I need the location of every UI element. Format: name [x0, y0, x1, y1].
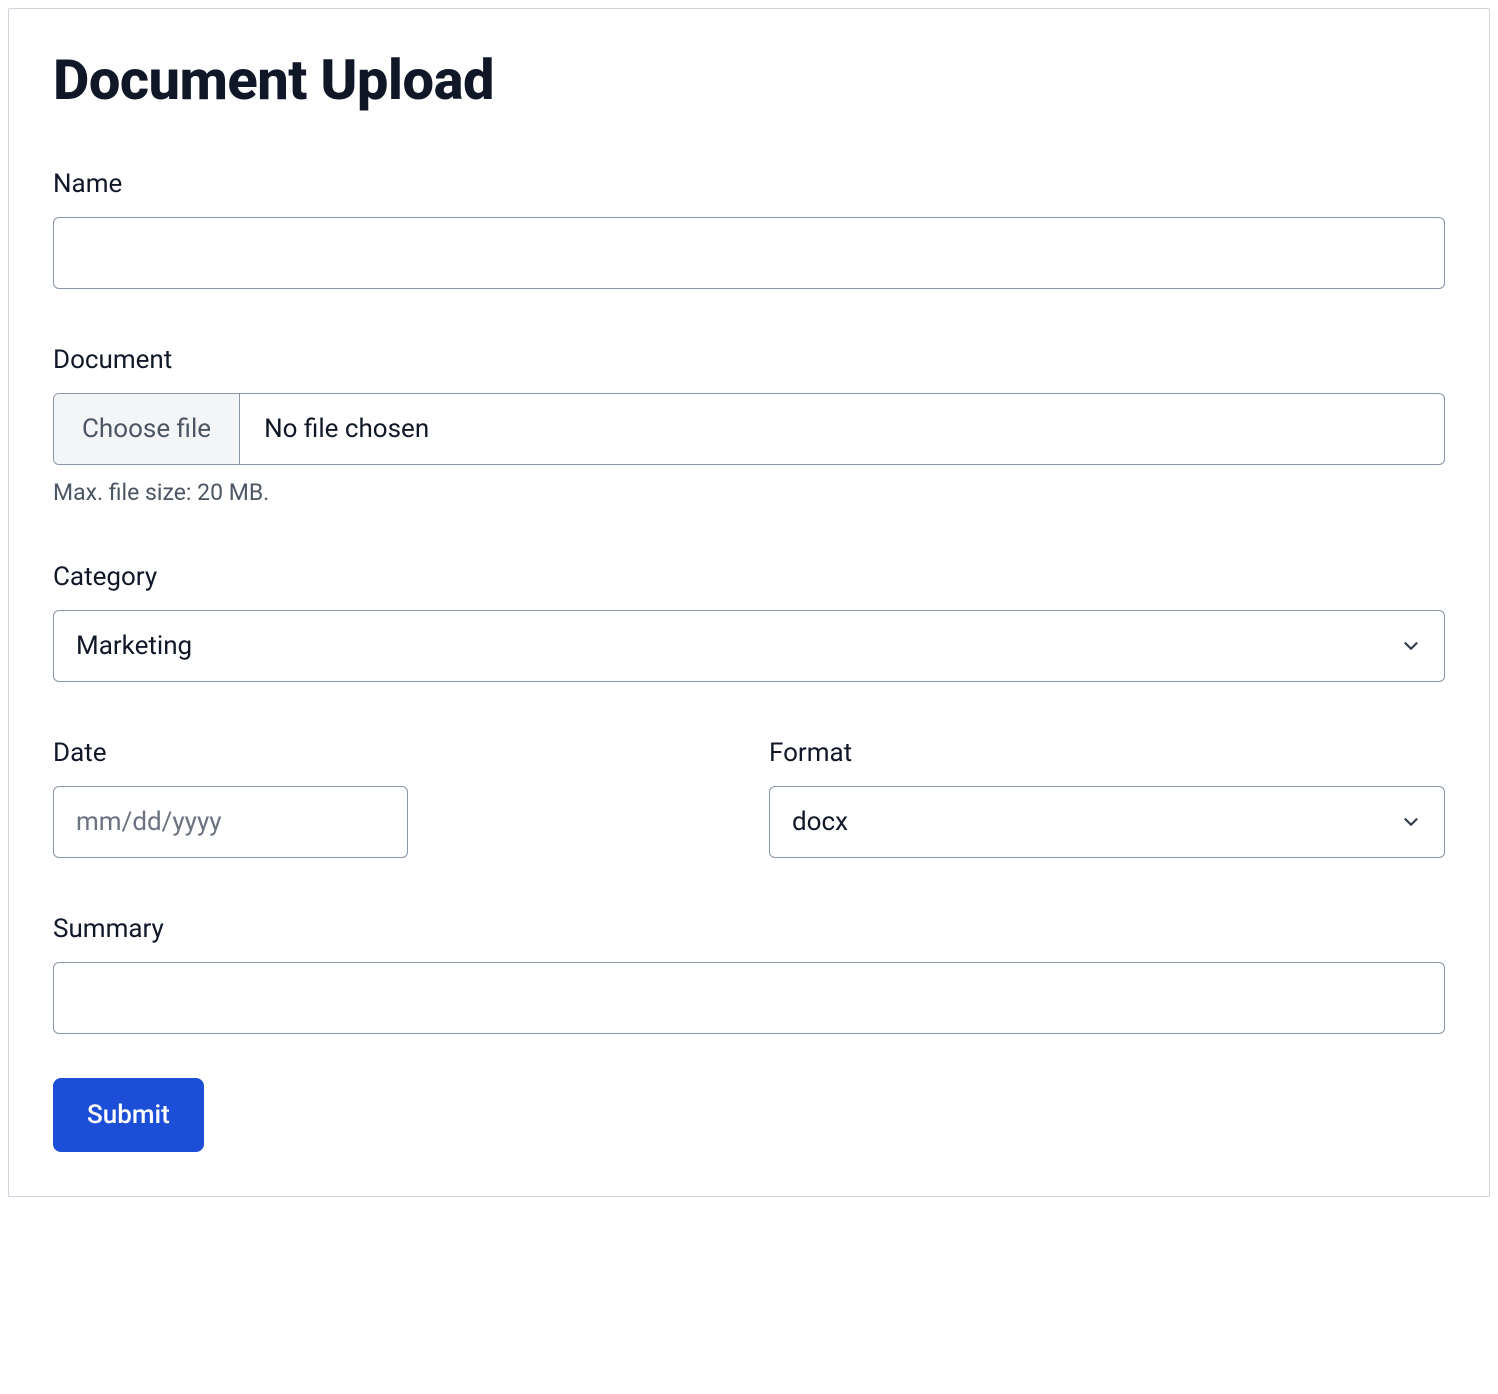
category-field-group: Category Marketing — [53, 562, 1445, 682]
file-help-text: Max. file size: 20 MB. — [53, 479, 1445, 506]
page-title: Document Upload — [53, 47, 1445, 113]
date-format-row: Date mm/dd/yyyy Format docx — [53, 738, 1445, 858]
summary-label: Summary — [53, 914, 1445, 944]
name-label: Name — [53, 169, 1445, 199]
document-field-group: Document Choose file No file chosen Max.… — [53, 345, 1445, 506]
chevron-down-icon — [1400, 635, 1422, 657]
form-container: Document Upload Name Document Choose fil… — [8, 8, 1490, 1197]
date-field-group: Date mm/dd/yyyy — [53, 738, 729, 858]
name-field-group: Name — [53, 169, 1445, 289]
choose-file-button[interactable]: Choose file — [54, 394, 240, 464]
date-label: Date — [53, 738, 729, 768]
file-input-wrapper: Choose file No file chosen — [53, 393, 1445, 465]
date-input[interactable]: mm/dd/yyyy — [53, 786, 408, 858]
category-value: Marketing — [76, 631, 1400, 661]
date-placeholder: mm/dd/yyyy — [76, 807, 222, 837]
name-input[interactable] — [53, 217, 1445, 289]
format-value: docx — [792, 807, 1400, 837]
submit-button[interactable]: Submit — [53, 1078, 204, 1152]
chevron-down-icon — [1400, 811, 1422, 833]
category-select[interactable]: Marketing — [53, 610, 1445, 682]
format-select[interactable]: docx — [769, 786, 1445, 858]
summary-input[interactable] — [53, 962, 1445, 1034]
file-status-text: No file chosen — [240, 394, 1444, 464]
format-field-group: Format docx — [769, 738, 1445, 858]
category-label: Category — [53, 562, 1445, 592]
summary-field-group: Summary — [53, 914, 1445, 1034]
format-label: Format — [769, 738, 1445, 768]
document-label: Document — [53, 345, 1445, 375]
